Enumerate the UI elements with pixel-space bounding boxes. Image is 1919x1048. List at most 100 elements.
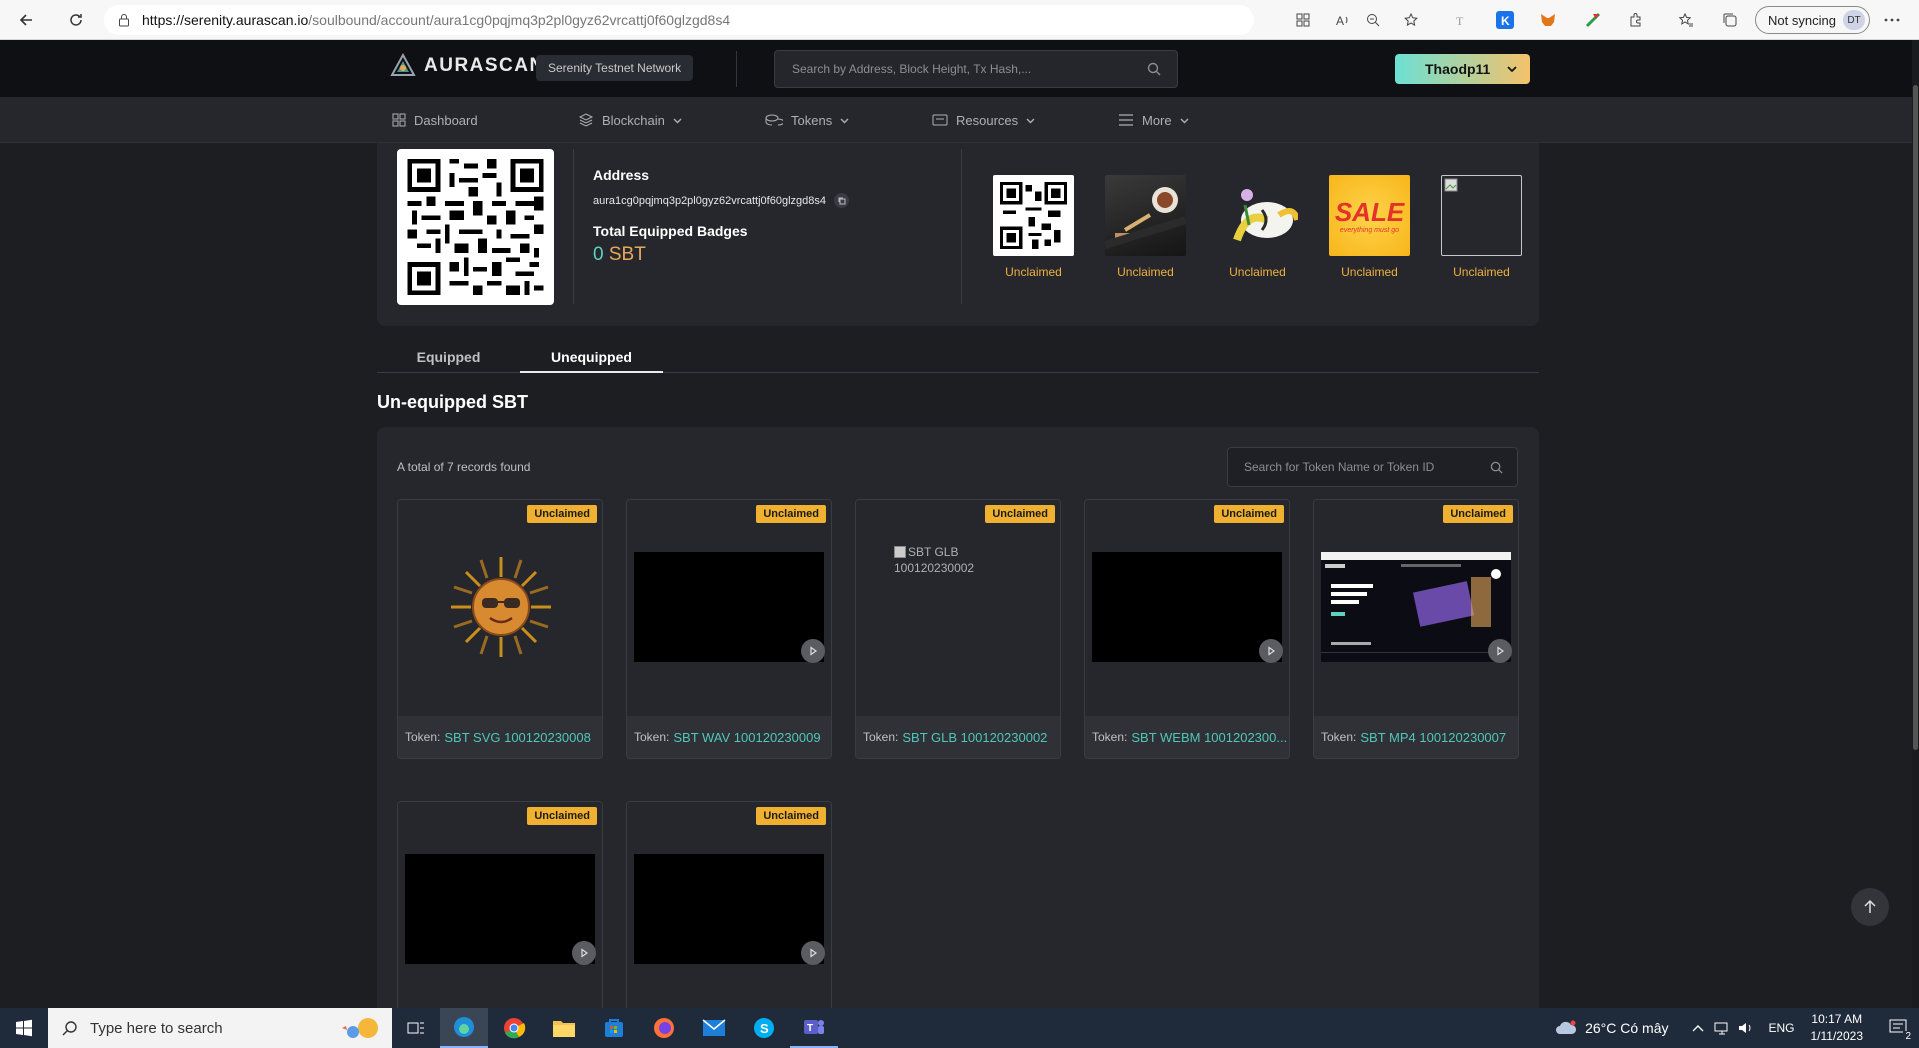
equipped-thumb[interactable]: Unclaimed: [1105, 175, 1186, 279]
card-media: Unclaimed: [398, 802, 602, 1018]
copy-icon[interactable]: [834, 193, 849, 208]
teams-icon[interactable]: T: [790, 1008, 838, 1048]
card-footer: Token: SBT GLB 100120230002: [856, 716, 1060, 758]
chrome-taskbar-icon[interactable]: [490, 1008, 538, 1048]
equipped-thumb[interactable]: SALE everything must go Unclaimed: [1329, 175, 1410, 279]
sbt-card[interactable]: Unclaimed: [397, 801, 603, 1019]
notifications-button[interactable]: 2: [1879, 1008, 1919, 1048]
sbt-card[interactable]: Unclaimed: [626, 801, 832, 1019]
sync-status-label: Not syncing: [1768, 12, 1836, 28]
total-badges-label: Total Equipped Badges: [593, 223, 748, 239]
mail-icon[interactable]: [690, 1008, 738, 1048]
extension-k-icon[interactable]: K: [1487, 0, 1523, 40]
task-view-icon[interactable]: [392, 1008, 440, 1048]
sbt-tabs: Equipped Unequipped: [377, 343, 1539, 373]
address-text: aura1cg0pqjmq3p2pl0gyz62vrcattj0f60glzgd…: [593, 194, 826, 207]
equipped-thumb[interactable]: Unclaimed: [1441, 175, 1522, 279]
nav-item-tokens[interactable]: Tokens: [765, 97, 849, 143]
search-icon[interactable]: [1147, 62, 1161, 76]
logo-text: AURASCAN: [424, 55, 545, 76]
search-highlight-icon: [338, 1014, 380, 1042]
play-icon[interactable]: [801, 941, 825, 965]
store-icon[interactable]: [590, 1008, 638, 1048]
play-icon[interactable]: [801, 639, 825, 663]
page-scrollbar[interactable]: [1912, 40, 1919, 1048]
network-icon[interactable]: [1714, 1021, 1730, 1035]
token-prefix: Token:: [634, 730, 670, 744]
token-name-link[interactable]: SBT GLB 100120230002: [902, 730, 1047, 745]
back-icon[interactable]: [6, 0, 46, 40]
chevron-down-icon: [1506, 63, 1518, 75]
search-icon[interactable]: [1490, 461, 1503, 474]
status-badge: Unclaimed: [527, 505, 597, 523]
translate-icon[interactable]: T: [1443, 0, 1479, 40]
video-player[interactable]: [634, 552, 824, 662]
refresh-icon[interactable]: [56, 0, 96, 40]
card-footer: Token: SBT WEBM 1001202300...: [1085, 716, 1289, 758]
token-name-link[interactable]: SBT WAV 100120230009: [673, 730, 820, 745]
sbt-card[interactable]: Unclaimed Token: SBT MP4 100120230007: [1313, 499, 1519, 759]
play-icon[interactable]: [572, 941, 596, 965]
video-player[interactable]: [1321, 552, 1511, 662]
nav-item-blockchain[interactable]: Blockchain: [578, 97, 682, 143]
main-navigation: Dashboard Blockchain Tokens Resources Mo…: [0, 97, 1919, 143]
status-badge: Unclaimed: [1443, 505, 1513, 523]
play-icon[interactable]: [1488, 639, 1512, 663]
token-search-placeholder: Search for Token Name or Token ID: [1244, 460, 1435, 474]
apps-icon[interactable]: [1285, 0, 1321, 40]
chevron-up-icon[interactable]: [1692, 1024, 1704, 1032]
card-footer: Token: SBT SVG 100120230008: [398, 716, 602, 758]
video-player[interactable]: [1092, 552, 1282, 662]
language-indicator[interactable]: ENG: [1768, 1021, 1794, 1035]
clock[interactable]: 10:17 AM 1/11/2023: [1811, 1011, 1864, 1045]
sbt-card[interactable]: Unclaimed Token: SBT SVG 100120230008: [397, 499, 603, 759]
global-search-placeholder: Search by Address, Block Height, Tx Hash…: [792, 62, 1032, 76]
token-name-link[interactable]: SBT WEBM 1001202300...: [1131, 730, 1287, 745]
sbt-card[interactable]: Unclaimed SBT GLB 100120230002 Token: SBT…: [855, 499, 1061, 759]
windows-start-icon[interactable]: [0, 1008, 48, 1048]
taskbar-search-input[interactable]: Type here to search: [48, 1008, 392, 1048]
scroll-to-top-button[interactable]: [1851, 888, 1889, 926]
sbt-card[interactable]: Unclaimed Token: SBT WAV 100120230009: [626, 499, 832, 759]
sync-status-button[interactable]: Not syncing DT: [1755, 6, 1870, 34]
scrollbar-thumb[interactable]: [1913, 85, 1918, 750]
extensions-icon[interactable]: [1618, 0, 1654, 40]
nav-item-resources[interactable]: Resources: [932, 97, 1035, 143]
nav-item-more[interactable]: More: [1118, 97, 1189, 143]
tab-unequipped[interactable]: Unequipped: [520, 349, 663, 373]
address-label: Address: [593, 167, 650, 183]
broken-image-icon: [1441, 175, 1522, 256]
nav-item-dashboard[interactable]: Dashboard: [392, 97, 478, 143]
address-bar[interactable]: https://serenity.aurascan.io/soulbound/a…: [104, 5, 1254, 35]
favorites-icon[interactable]: [1668, 0, 1704, 40]
file-explorer-icon[interactable]: [540, 1008, 588, 1048]
user-menu-button[interactable]: Thaodp11: [1395, 54, 1530, 84]
edge-taskbar-icon[interactable]: [440, 1008, 488, 1048]
equipped-thumb[interactable]: Unclaimed: [993, 175, 1074, 279]
token-search-input[interactable]: Search for Token Name or Token ID: [1227, 447, 1518, 487]
global-search-input[interactable]: Search by Address, Block Height, Tx Hash…: [774, 50, 1178, 88]
collections-icon[interactable]: [1712, 0, 1748, 40]
thumb-status: Unclaimed: [1005, 265, 1062, 279]
extension-leaf-icon[interactable]: [1575, 0, 1611, 40]
sbt-card[interactable]: Unclaimed Token: SBT WEBM 1001202300...: [1084, 499, 1290, 759]
layers-icon: [578, 112, 594, 128]
more-options-icon[interactable]: [1874, 0, 1910, 40]
token-name-link[interactable]: SBT SVG 100120230008: [444, 730, 591, 745]
zoom-icon[interactable]: [1355, 0, 1391, 40]
video-player[interactable]: [634, 854, 824, 964]
video-player[interactable]: [405, 854, 595, 964]
firefox-icon[interactable]: [640, 1008, 688, 1048]
tab-equipped[interactable]: Equipped: [377, 349, 520, 373]
play-icon[interactable]: [1259, 639, 1283, 663]
aurascan-logo[interactable]: AURASCAN: [390, 53, 545, 79]
volume-icon[interactable]: [1738, 1021, 1754, 1035]
status-badge: Unclaimed: [985, 505, 1055, 523]
token-name-link[interactable]: SBT MP4 100120230007: [1360, 730, 1506, 745]
metamask-icon[interactable]: [1530, 0, 1566, 40]
skype-icon[interactable]: S: [740, 1008, 788, 1048]
favorite-add-icon[interactable]: [1393, 0, 1429, 40]
weather-text[interactable]: 26°C Có mây: [1585, 1020, 1668, 1036]
equipped-thumb[interactable]: Unclaimed: [1217, 175, 1298, 279]
lock-icon: [118, 13, 130, 27]
